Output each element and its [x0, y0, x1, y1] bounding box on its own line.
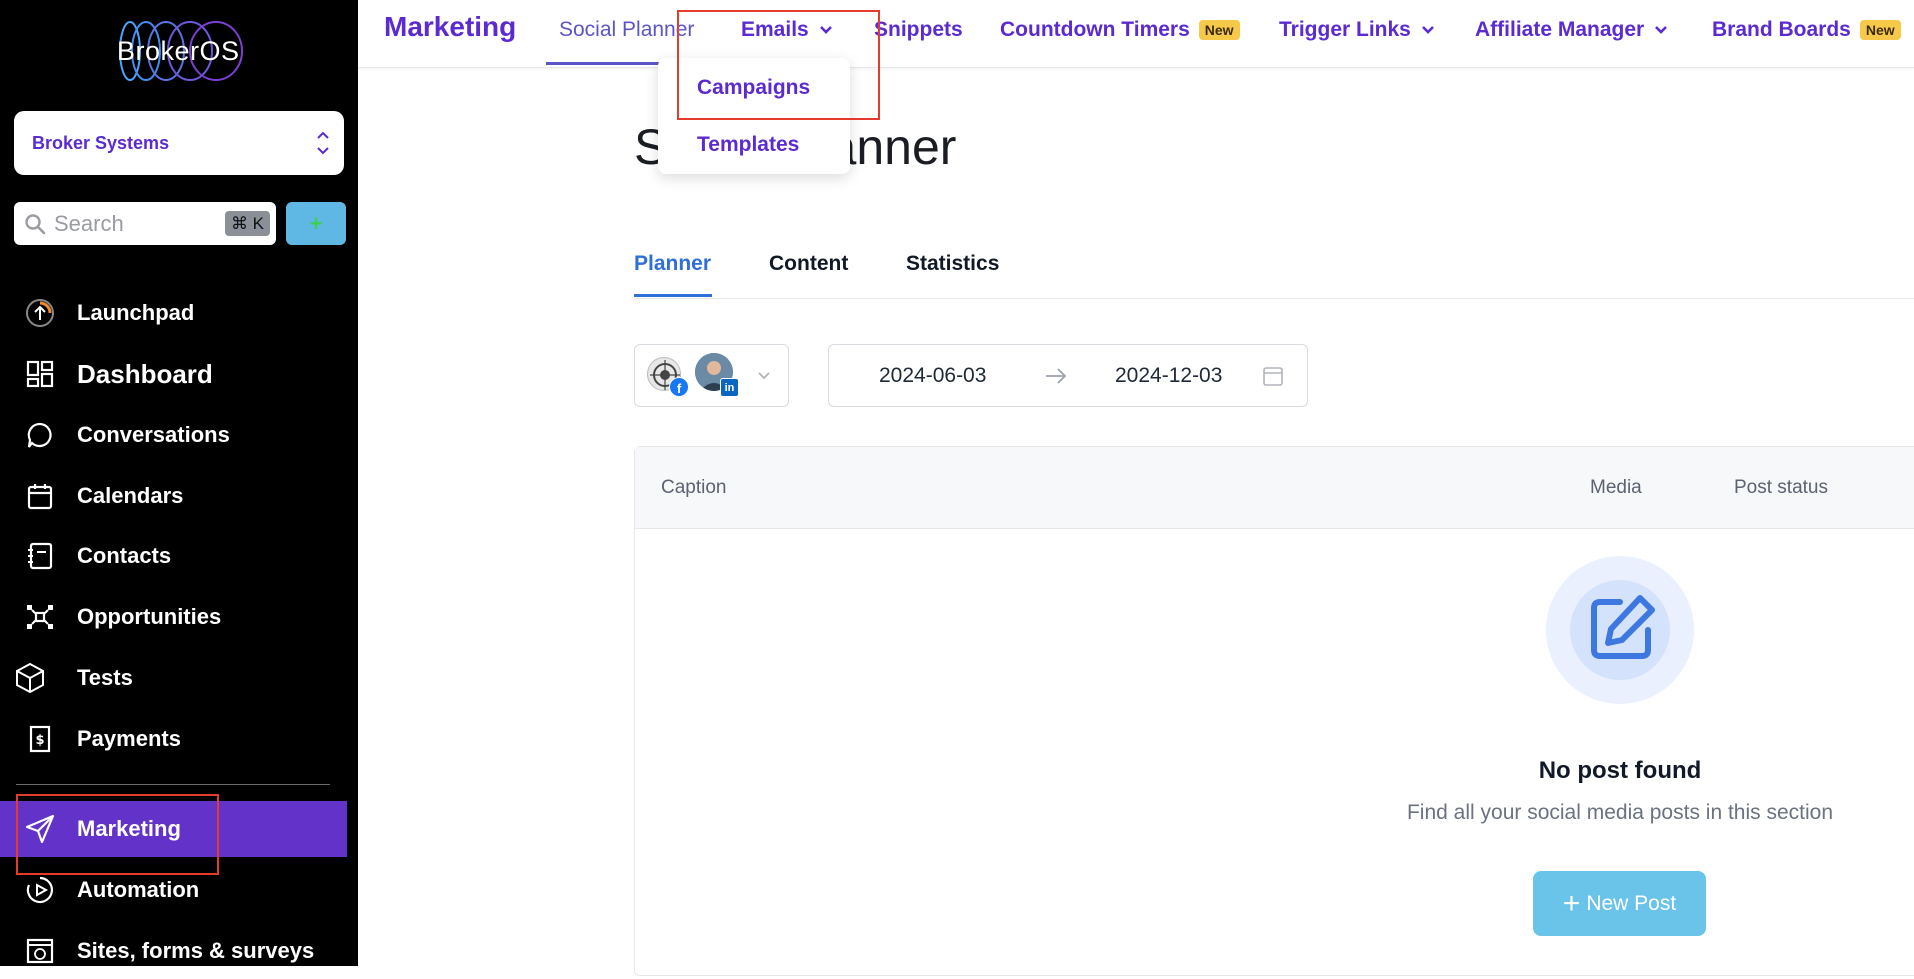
- sidebar-item-label: Marketing: [77, 816, 181, 841]
- sidebar-item-sites[interactable]: Sites, forms & surveys: [0, 923, 358, 979]
- column-header-post-status: Post status: [1734, 477, 1828, 498]
- end-date[interactable]: 2024-12-03: [1115, 364, 1222, 388]
- tab-label: Social Planner: [559, 18, 695, 41]
- automation-icon: [24, 874, 56, 906]
- sidebar-item-conversations[interactable]: Conversations: [0, 407, 358, 463]
- active-tab-underline: [634, 294, 712, 297]
- social-account-picker[interactable]: f in: [634, 344, 789, 407]
- new-post-label: New Post: [1586, 891, 1677, 915]
- calendar-icon: [24, 480, 56, 512]
- tab-statistics[interactable]: Statistics: [906, 252, 999, 276]
- linkedin-icon: in: [720, 378, 739, 397]
- tab-emails[interactable]: Emails: [741, 18, 833, 42]
- sidebar-item-tests[interactable]: Tests: [0, 650, 358, 706]
- account-switcher[interactable]: Broker Systems: [14, 111, 344, 175]
- chat-bubble-icon: [24, 419, 56, 451]
- table-header: Caption Media Post status: [635, 447, 1914, 529]
- chevron-up-down-icon: [317, 131, 329, 155]
- tab-label: Affiliate Manager: [1475, 18, 1645, 41]
- tab-label: Emails: [741, 18, 809, 41]
- column-header-caption: Caption: [661, 477, 727, 498]
- tab-label: Countdown Timers: [1000, 18, 1190, 41]
- sidebar-item-label: Sites, forms & surveys: [77, 938, 315, 963]
- cube-icon: [14, 662, 46, 694]
- sidebar-item-label: Opportunities: [77, 604, 222, 629]
- tab-trigger-links[interactable]: Trigger Links: [1279, 18, 1435, 42]
- sidebar-divider: [16, 784, 330, 785]
- brand-logo[interactable]: BrokerOS: [110, 18, 250, 84]
- network-icon: [24, 601, 56, 633]
- search-placeholder: Search: [54, 210, 124, 236]
- arrow-right-icon: [1046, 368, 1067, 384]
- svg-text:$: $: [35, 733, 44, 748]
- calendar-icon: [1263, 367, 1283, 386]
- sidebar-item-label: Calendars: [77, 483, 184, 508]
- top-navigation: Marketing Social Planner Emails Snippets…: [358, 0, 1914, 68]
- sidebar-item-label: Conversations: [77, 422, 230, 447]
- tab-label: Brand Boards: [1712, 18, 1851, 41]
- tab-snippets[interactable]: Snippets: [874, 18, 963, 42]
- start-date[interactable]: 2024-06-03: [879, 364, 986, 388]
- sidebar-item-label: Dashboard: [77, 358, 213, 389]
- tab-planner[interactable]: Planner: [634, 252, 711, 276]
- dashboard-icon: [24, 358, 56, 390]
- account-name: Broker Systems: [32, 132, 170, 153]
- sidebar-item-contacts[interactable]: Contacts: [0, 528, 358, 584]
- tab-label: Snippets: [874, 18, 963, 41]
- menu-item-campaigns[interactable]: Campaigns: [697, 76, 810, 100]
- sidebar-item-marketing[interactable]: Marketing: [0, 801, 347, 857]
- sidebar-item-automation[interactable]: Automation: [0, 862, 358, 918]
- new-badge: New: [1198, 20, 1240, 40]
- sidebar-item-opportunities[interactable]: Opportunities: [0, 589, 358, 645]
- chevron-down-icon: [819, 26, 832, 34]
- globe-window-icon: [24, 935, 56, 967]
- paper-plane-icon: [24, 813, 56, 845]
- sidebar-item-calendars[interactable]: Calendars: [0, 468, 358, 524]
- tab-brand-boards[interactable]: Brand Boards New: [1712, 18, 1901, 42]
- tab-countdown-timers[interactable]: Countdown Timers New: [1000, 18, 1240, 42]
- planner-tabs: Planner Content Statistics: [634, 252, 1914, 299]
- edit-icon: [1591, 595, 1655, 659]
- chevron-down-icon: [758, 372, 770, 380]
- tab-social-planner[interactable]: Social Planner: [559, 18, 694, 42]
- sidebar-item-label: Launchpad: [77, 300, 195, 325]
- quick-add-button[interactable]: +: [286, 202, 346, 245]
- sidebar-item-payments[interactable]: $ Payments: [0, 711, 358, 767]
- empty-state-subtitle: Find all your social media posts in this…: [1406, 801, 1834, 824]
- emails-dropdown-menu: Campaigns Templates: [658, 58, 850, 174]
- tab-label: Trigger Links: [1279, 18, 1411, 41]
- column-header-media: Media: [1590, 477, 1642, 498]
- chevron-down-icon: [1421, 26, 1434, 34]
- sidebar-item-label: Payments: [77, 726, 181, 751]
- empty-state-title: No post found: [1538, 757, 1702, 784]
- sidebar-item-label: Contacts: [77, 543, 172, 568]
- logo-text: BrokerOS: [117, 36, 240, 66]
- sidebar-item-dashboard[interactable]: Dashboard: [0, 346, 358, 402]
- posts-table: Caption Media Post status: [634, 446, 1914, 976]
- new-badge: New: [1859, 20, 1901, 40]
- search-shortcut-badge: ⌘ K: [224, 211, 270, 236]
- sidebar: BrokerOS Broker Systems Search ⌘ K + Lau…: [0, 0, 358, 966]
- empty-state-illustration: [1546, 556, 1694, 704]
- new-post-button[interactable]: + New Post: [1533, 871, 1706, 936]
- launchpad-icon: [24, 297, 56, 329]
- chevron-down-icon: [1655, 26, 1668, 34]
- sidebar-item-label: Automation: [77, 877, 200, 902]
- sidebar-item-label: Tests: [77, 665, 133, 690]
- date-range-picker[interactable]: 2024-06-03 2024-12-03: [828, 344, 1308, 407]
- tab-content[interactable]: Content: [769, 252, 848, 276]
- sidebar-search-input[interactable]: Search ⌘ K: [14, 202, 276, 245]
- section-title: Marketing: [384, 11, 517, 42]
- facebook-icon: f: [669, 377, 689, 397]
- sidebar-item-launchpad[interactable]: Launchpad: [0, 285, 358, 341]
- search-icon: [25, 213, 46, 234]
- menu-item-templates[interactable]: Templates: [697, 133, 799, 157]
- receipt-dollar-icon: $: [24, 723, 56, 755]
- contacts-book-icon: [24, 540, 56, 572]
- tab-affiliate-manager[interactable]: Affiliate Manager: [1475, 18, 1668, 42]
- plus-icon: +: [1562, 886, 1581, 920]
